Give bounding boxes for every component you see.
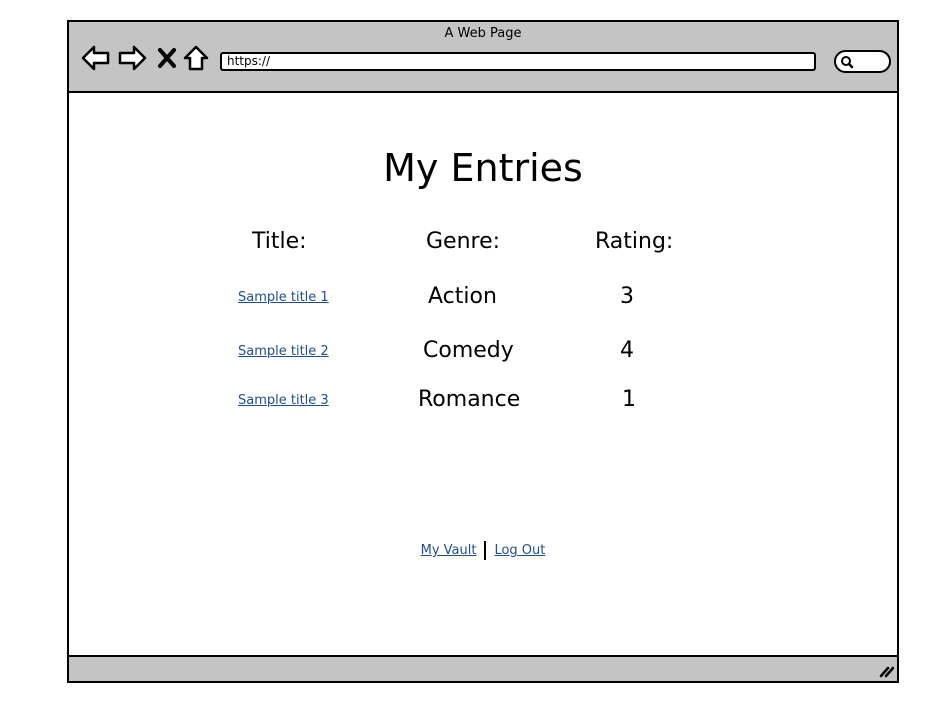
window-title: A Web Page	[444, 26, 522, 41]
browser-window: A Web Page https:// My Entries Title: Ge…	[67, 20, 899, 683]
footer-links: My Vault Log Out	[69, 541, 897, 560]
entry-genre: Action	[428, 284, 497, 309]
browser-toolbar: A Web Page https://	[69, 22, 897, 93]
column-header-genre: Genre:	[426, 229, 501, 254]
entry-rating: 4	[620, 338, 634, 363]
log-out-link[interactable]: Log Out	[494, 543, 545, 558]
home-icon[interactable]	[183, 44, 209, 72]
address-bar[interactable]: https://	[220, 52, 816, 71]
forward-arrow-icon[interactable]	[117, 44, 147, 72]
my-vault-link[interactable]: My Vault	[421, 543, 477, 558]
entry-title-link[interactable]: Sample title 1	[238, 290, 329, 305]
search-icon	[841, 56, 854, 69]
entry-title-link[interactable]: Sample title 2	[238, 344, 329, 359]
close-icon[interactable]	[157, 44, 177, 72]
entry-rating: 3	[620, 284, 634, 309]
page-content: My Entries Title: Genre: Rating: Sample …	[69, 93, 897, 659]
status-bar	[69, 655, 897, 681]
page-title: My Entries	[383, 146, 583, 190]
entry-title-link[interactable]: Sample title 3	[238, 393, 329, 408]
back-arrow-icon[interactable]	[81, 44, 111, 72]
entry-genre: Comedy	[423, 338, 514, 363]
resize-grip-icon[interactable]	[878, 664, 894, 678]
entry-genre: Romance	[418, 387, 521, 412]
column-header-rating: Rating:	[595, 229, 674, 254]
column-header-title: Title:	[252, 229, 307, 254]
search-button[interactable]	[834, 50, 891, 73]
entry-rating: 1	[622, 387, 636, 412]
footer-divider	[484, 541, 487, 560]
